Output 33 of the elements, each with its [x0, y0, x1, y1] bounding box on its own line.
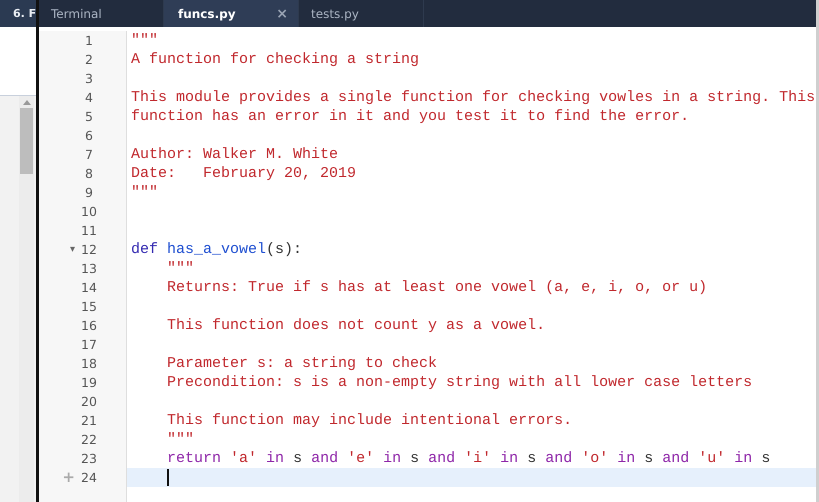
- code-line: This function does not count y as a vowel.: [166, 316, 546, 335]
- line-number: 8: [84, 166, 93, 181]
- line-number: 7: [84, 147, 93, 162]
- code-line: Returns: True if s has at least one vowel (a, e, i, o, or u): [166, 278, 708, 297]
- code-line: def has_a_vowel(s):: [130, 240, 304, 259]
- code-line: Author: Walker M. White: [130, 145, 340, 164]
- code-line: Parameter s: a string to check: [166, 354, 438, 373]
- line-number: 9: [84, 185, 93, 200]
- close-icon[interactable]: ×: [276, 6, 288, 22]
- code-line: Date: February 20, 2019: [130, 164, 358, 183]
- line-number: 4: [84, 90, 93, 105]
- text-cursor: [167, 469, 168, 486]
- line-number: 2: [84, 52, 93, 67]
- fold-arrow-icon[interactable]: ▾: [70, 244, 75, 254]
- scroll-up-arrow-icon[interactable]: [22, 100, 30, 105]
- line-number: 6: [84, 128, 93, 143]
- code-line: """: [166, 430, 196, 449]
- code-line: """: [130, 31, 160, 50]
- line-number: 1: [84, 33, 93, 48]
- code-line: This function may include intentional errors.: [166, 411, 574, 430]
- scrollbar[interactable]: [19, 96, 34, 502]
- code-line: function has an error in it and you test it to find the error.: [130, 107, 690, 126]
- code-line: """: [130, 183, 160, 202]
- code-line: A function for checking a string: [130, 50, 420, 69]
- line-number: 5: [84, 109, 93, 124]
- code-line: return 'a' in s and 'e' in s and 'i' in s and 'o' in s and 'u' in s: [166, 449, 772, 468]
- line-number: 3: [84, 71, 93, 86]
- code-line: This module provides a single function for checking vowles in a string. This: [130, 88, 816, 107]
- code-line: """: [166, 259, 196, 278]
- editor-tab[interactable]: funcs.py ×: [164, 0, 299, 27]
- scrollbar-thumb[interactable]: [20, 108, 33, 174]
- window-title: 6. F: [0, 0, 36, 27]
- code-line: Precondition: s is a non-empty string with all lower case letters: [166, 373, 754, 392]
